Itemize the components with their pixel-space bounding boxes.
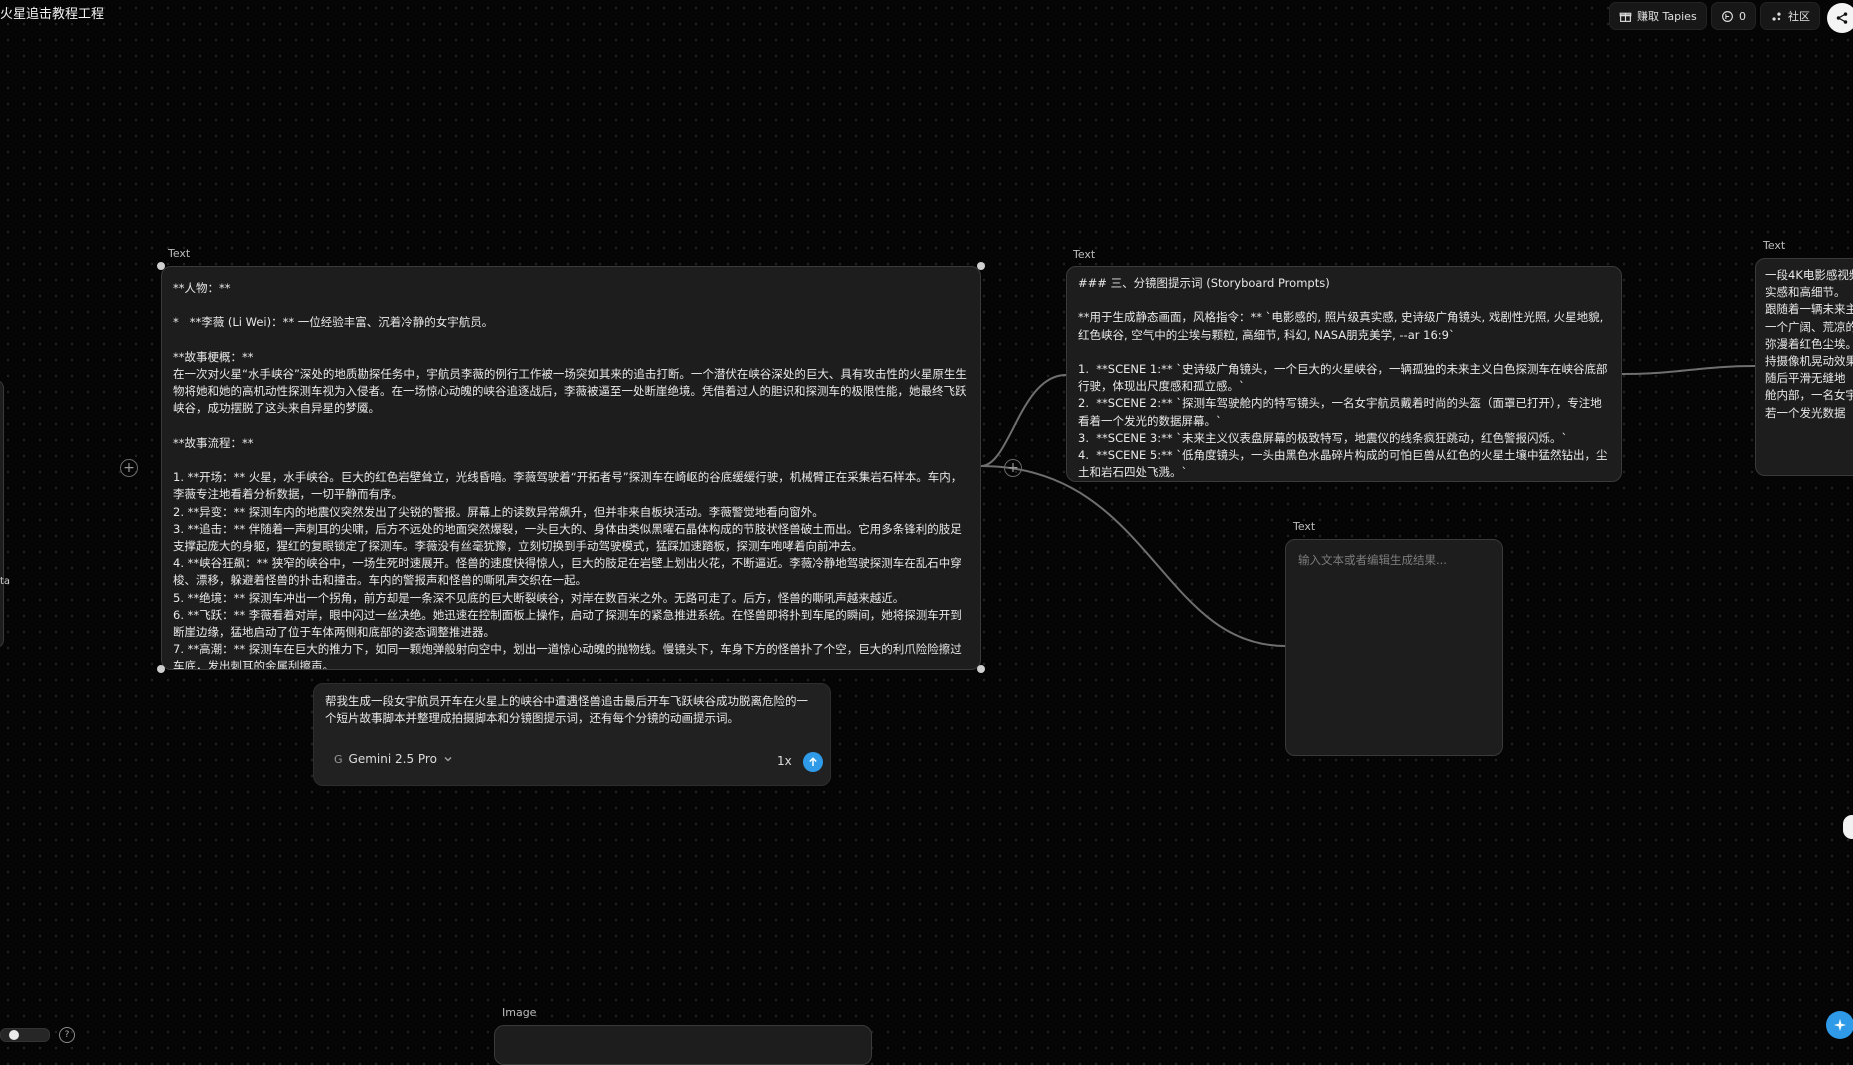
sparkle-icon: [1833, 1018, 1847, 1032]
credits-button[interactable]: 0: [1711, 2, 1756, 30]
model-name: Gemini 2.5 Pro: [348, 752, 437, 766]
add-output-plus-icon[interactable]: +: [1004, 459, 1022, 477]
gift-icon: [1619, 12, 1632, 22]
storyboard-node-label: Text: [1073, 248, 1096, 261]
multiplier[interactable]: 1x: [777, 754, 792, 768]
help-icon[interactable]: ?: [59, 1027, 75, 1043]
resize-handle-bottom-right[interactable]: [977, 665, 985, 673]
community-label: 社区: [1788, 10, 1810, 23]
prompt-text[interactable]: 帮我生成一段女宇航员开车在火星上的峡谷中遭遇怪兽追击最后开车飞跃峡谷成功脱离危险…: [325, 693, 817, 727]
empty-text-node-label: Text: [1293, 520, 1316, 533]
community-icon: [1772, 11, 1781, 21]
resize-handle-bottom-left[interactable]: [157, 665, 165, 673]
resize-handle-top-left[interactable]: [157, 262, 165, 270]
prompt-panel[interactable]: 帮我生成一段女宇航员开车在火星上的峡谷中遭遇怪兽追击最后开车飞跃峡谷成功脱离危险…: [313, 683, 831, 786]
zoom-slider[interactable]: [0, 1028, 50, 1042]
coin-icon: [1722, 10, 1733, 22]
right-node-label: Text: [1763, 239, 1786, 252]
project-title[interactable]: 火星追击教程工程: [0, 3, 104, 22]
left-edge-label: ta: [0, 576, 11, 587]
community-button[interactable]: 社区: [1760, 2, 1820, 30]
right-partial-card[interactable]: 一段4K电影感视频。 实感和高细节。 跟随着一辆未来主 一个广阔、荒凉的 弥漫着…: [1755, 258, 1853, 476]
zoom-slider-thumb[interactable]: [9, 1030, 19, 1040]
earn-tapies-button[interactable]: 赚取 Tapies: [1609, 2, 1707, 30]
credits-count: 0: [1739, 9, 1746, 23]
chevron-down-icon: [444, 757, 452, 762]
send-button[interactable]: [803, 752, 823, 772]
right-edge-handle[interactable]: [1843, 815, 1853, 839]
image-node-label: Image: [502, 1006, 537, 1019]
storyboard-text-content[interactable]: ### 三、分镜图提示词 (Storyboard Prompts) **用于生成…: [1078, 275, 1610, 481]
share-button[interactable]: [1827, 3, 1853, 33]
share-icon: [1836, 12, 1848, 24]
story-node-label: Text: [168, 247, 191, 260]
earn-tapies-label: 赚取 Tapies: [1637, 10, 1697, 23]
resize-handle-top-right[interactable]: [977, 262, 985, 270]
story-text-card[interactable]: **人物：** * **李薇 (Li Wei)：** 一位经验丰富、沉着冷静的女…: [161, 266, 981, 670]
model-selector[interactable]: G Gemini 2.5 Pro: [334, 752, 453, 766]
storyboard-text-card[interactable]: ### 三、分镜图提示词 (Storyboard Prompts) **用于生成…: [1066, 266, 1622, 482]
google-g-icon: G: [334, 752, 343, 766]
left-partial-card[interactable]: [0, 380, 4, 648]
right-partial-content[interactable]: 一段4K电影感视频。 实感和高细节。 跟随着一辆未来主 一个广阔、荒凉的 弥漫着…: [1765, 267, 1853, 422]
empty-text-card[interactable]: [1285, 539, 1503, 756]
arrow-up-icon: [809, 757, 817, 766]
empty-text-input[interactable]: [1296, 550, 1496, 749]
ai-assistant-button[interactable]: [1826, 1011, 1853, 1039]
add-input-plus-icon[interactable]: +: [120, 459, 138, 477]
image-card[interactable]: [494, 1025, 872, 1065]
story-text-content[interactable]: **人物：** * **李薇 (Li Wei)：** 一位经验丰富、沉着冷静的女…: [173, 280, 969, 669]
